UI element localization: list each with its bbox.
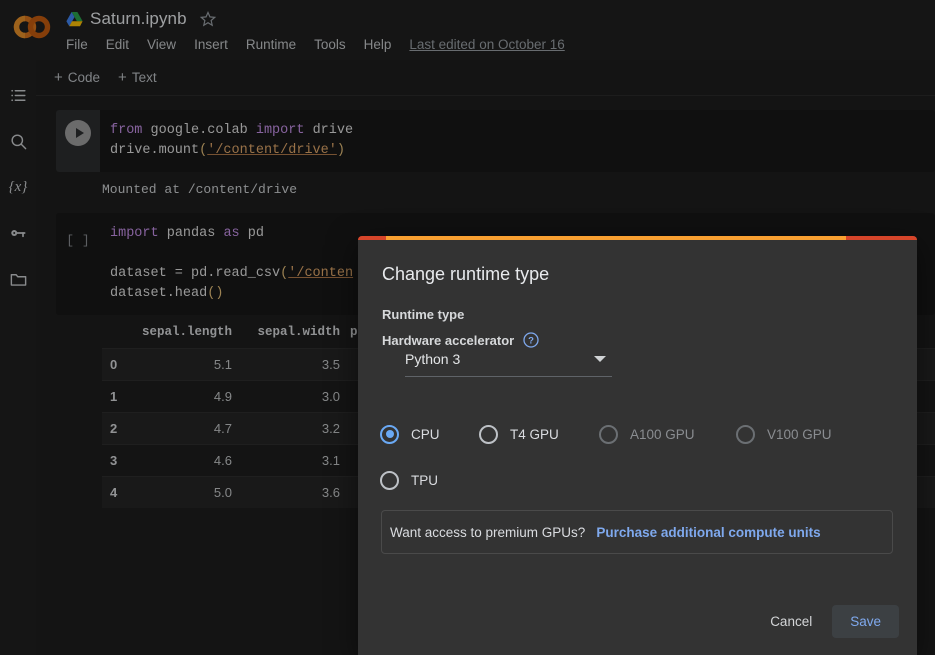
radio-option-t4-gpu[interactable]: T4 GPU — [479, 424, 599, 444]
radio-label-a100-gpu: A100 GPU — [630, 426, 695, 442]
radio-option-a100-gpu: A100 GPU — [599, 424, 736, 444]
radio-indicator-cpu — [380, 424, 399, 444]
radio-indicator-a100-gpu — [599, 424, 618, 444]
runtime-type-value: Python 3 — [405, 350, 461, 367]
radio-label-tpu: TPU — [411, 472, 438, 488]
save-button[interactable]: Save — [832, 605, 899, 638]
purchase-compute-units-link[interactable]: Purchase additional compute units — [596, 525, 820, 540]
radio-indicator-t4-gpu — [479, 424, 498, 444]
svg-text:?: ? — [528, 336, 534, 347]
radio-label-t4-gpu: T4 GPU — [510, 426, 559, 442]
hardware-accelerator-label-row: Hardware accelerator ? — [382, 332, 539, 348]
radio-option-tpu[interactable]: TPU — [380, 470, 438, 490]
chevron-down-icon — [594, 356, 606, 362]
colab-window: Saturn.ipynb File Edit View Insert Runti… — [0, 0, 935, 655]
runtime-type-label: Runtime type — [382, 307, 465, 322]
radio-label-v100-gpu: V100 GPU — [767, 426, 832, 442]
radio-option-v100-gpu: V100 GPU — [736, 424, 832, 444]
radio-indicator-tpu — [380, 470, 399, 490]
hardware-accelerator-label: Hardware accelerator — [382, 332, 515, 348]
accelerator-row-2: TPU — [380, 462, 900, 498]
radio-option-cpu[interactable]: CPU — [380, 424, 479, 444]
progress-bar — [358, 236, 917, 240]
accelerator-radio-group: CPU T4 GPU A100 GPU V100 GPU TPU — [380, 416, 900, 498]
premium-prompt-text: Want access to premium GPUs? — [390, 524, 586, 540]
premium-gpu-banner: Want access to premium GPUs? Purchase ad… — [381, 510, 893, 554]
help-question-icon[interactable]: ? — [523, 332, 539, 348]
change-runtime-type-dialog: Change runtime type Runtime type Python … — [358, 236, 917, 655]
dialog-title: Change runtime type — [382, 264, 550, 284]
progress-bar-fill — [386, 236, 846, 240]
radio-label-cpu: CPU — [411, 426, 440, 442]
dialog-actions: Cancel Save — [756, 605, 899, 638]
radio-indicator-v100-gpu — [736, 424, 755, 444]
accelerator-row-1: CPU T4 GPU A100 GPU V100 GPU — [380, 416, 900, 452]
cancel-button[interactable]: Cancel — [756, 605, 826, 638]
